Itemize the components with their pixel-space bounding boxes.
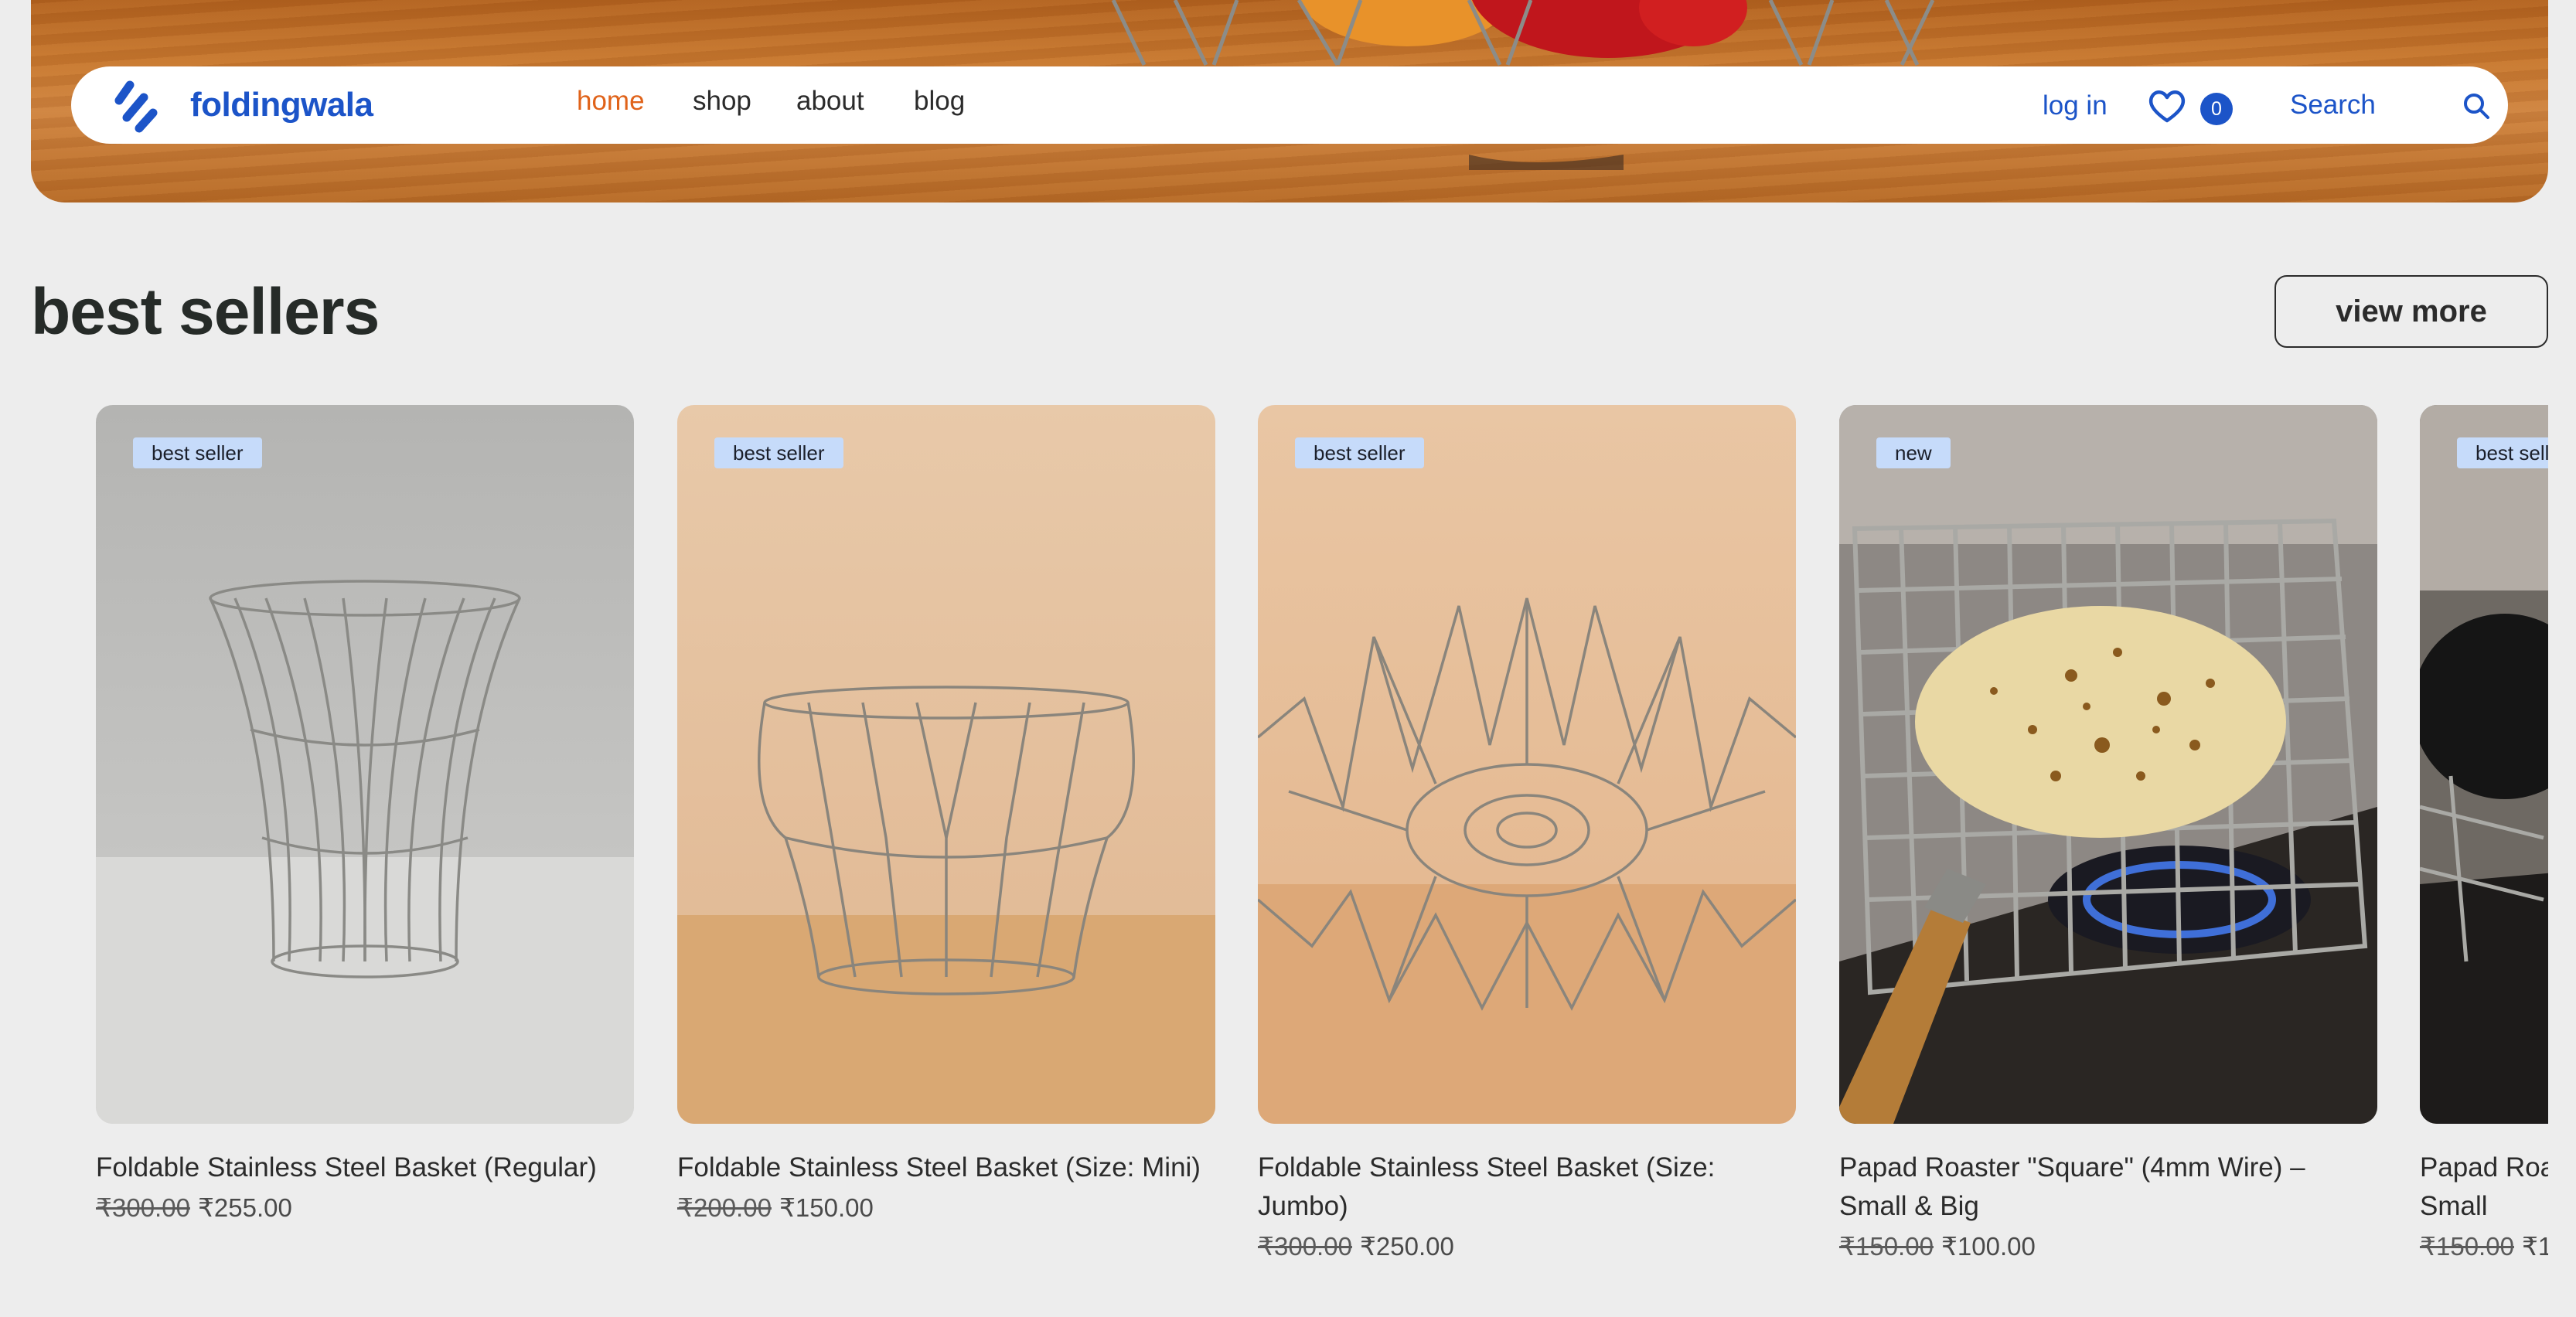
nav-bar: foldingwala home shop about blog log in … bbox=[71, 66, 2508, 144]
product-price: ₹300.00 ₹250.00 bbox=[1258, 1229, 1796, 1264]
product-image[interactable]: best seller bbox=[677, 405, 1215, 1124]
sale-price: ₹150.00 bbox=[779, 1193, 874, 1222]
sale-price: ₹255.00 bbox=[197, 1193, 292, 1222]
product-name[interactable]: Foldable Stainless Steel Basket (Size: J… bbox=[1258, 1149, 1796, 1226]
search-icon[interactable] bbox=[2462, 91, 2491, 121]
product-card[interactable]: best seller Foldable Stainless Steel Bas… bbox=[96, 405, 634, 1226]
search-input[interactable] bbox=[2290, 80, 2475, 130]
nav-link-about[interactable]: about bbox=[796, 82, 864, 121]
product-badge: best seller bbox=[1295, 437, 1424, 468]
nav-link-home[interactable]: home bbox=[577, 82, 645, 121]
product-price: ₹150.00 ₹100.00 bbox=[2420, 1229, 2548, 1264]
product-badge: best seller bbox=[133, 437, 262, 468]
original-price: ₹150.00 bbox=[1839, 1232, 1934, 1261]
product-price: ₹150.00₹100.00 bbox=[1839, 1229, 2377, 1264]
sale-price: ₹250.00 bbox=[1359, 1232, 1454, 1261]
page: foldingwala home shop about blog log in … bbox=[0, 0, 2576, 1317]
original-price: ₹300.00 bbox=[1258, 1232, 1352, 1261]
sale-price: ₹100.00 bbox=[2521, 1232, 2548, 1261]
login-link[interactable]: log in bbox=[2043, 87, 2107, 125]
product-price: ₹300.00 ₹255.00 bbox=[96, 1190, 634, 1226]
product-name[interactable]: Papad Roaster "Square" (4mm Wire) – Smal… bbox=[1839, 1149, 2377, 1226]
section-title: best sellers bbox=[31, 275, 380, 348]
product-carousel[interactable]: best seller Foldable Stainless Steel Bas… bbox=[0, 405, 2548, 1317]
product-image[interactable]: new bbox=[1839, 405, 2377, 1124]
product-card[interactable]: best seller Foldable Stainless Steel Bas… bbox=[677, 405, 1215, 1226]
product-name[interactable]: Foldable Stainless Steel Basket (Regular… bbox=[96, 1149, 634, 1187]
product-badge: new bbox=[1876, 437, 1951, 468]
original-price: ₹300.00 bbox=[96, 1193, 190, 1222]
original-price: ₹200.00 bbox=[677, 1193, 772, 1222]
wishlist-count-badge: 0 bbox=[2200, 93, 2233, 125]
product-card[interactable]: best seller Papad Roaster "Round" (4mm W… bbox=[2420, 405, 2548, 1264]
wishlist-heart-icon[interactable] bbox=[2148, 90, 2186, 124]
foldingwala-logo-icon[interactable] bbox=[113, 77, 167, 133]
product-badge: best seller bbox=[2457, 437, 2548, 468]
nav-link-blog[interactable]: blog bbox=[914, 82, 965, 121]
product-name[interactable]: Foldable Stainless Steel Basket (Size: M… bbox=[677, 1149, 1215, 1187]
brand-name[interactable]: foldingwala bbox=[190, 83, 373, 127]
product-card[interactable]: new Papad Roaster "Square" (4mm Wire) – … bbox=[1839, 405, 2377, 1264]
product-name[interactable]: Papad Roaster "Round" (4mm Wire) – Big &… bbox=[2420, 1149, 2548, 1226]
product-image[interactable]: best seller bbox=[96, 405, 634, 1124]
product-image[interactable]: best seller bbox=[1258, 405, 1796, 1124]
product-badge: best seller bbox=[714, 437, 843, 468]
nav-link-shop[interactable]: shop bbox=[693, 82, 751, 121]
original-price: ₹150.00 bbox=[2420, 1232, 2514, 1261]
sale-price: ₹100.00 bbox=[1941, 1232, 2036, 1261]
product-image[interactable]: best seller bbox=[2420, 405, 2548, 1124]
view-more-button[interactable]: view more bbox=[2274, 275, 2548, 348]
product-card[interactable]: best seller Foldable Stainless Steel Bas… bbox=[1258, 405, 1796, 1264]
product-price: ₹200.00 ₹150.00 bbox=[677, 1190, 1215, 1226]
